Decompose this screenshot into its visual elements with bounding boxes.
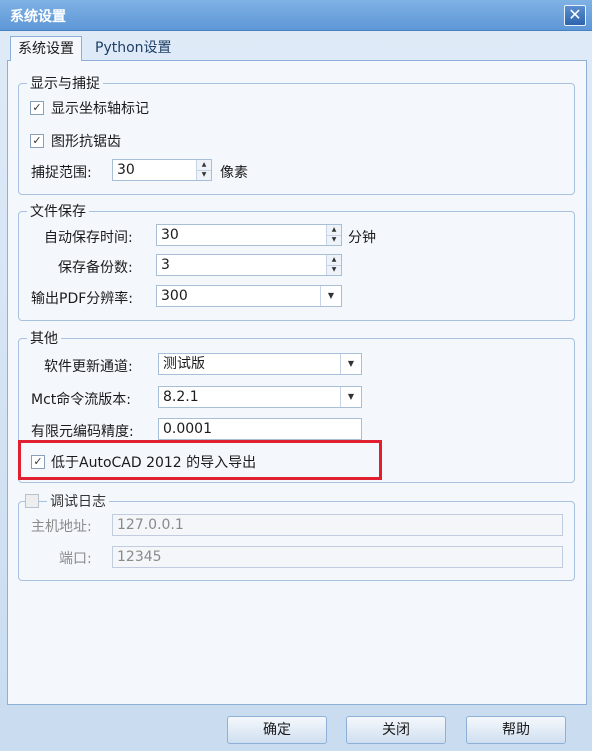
channel-value: 测试版 [163, 356, 205, 372]
help-button[interactable]: 帮助 [466, 716, 566, 744]
chevron-down-icon[interactable]: ▼ [320, 286, 341, 306]
fem-label: 有限元编码精度: [31, 424, 134, 440]
autosave-spinner[interactable]: ▲ ▼ [326, 225, 341, 245]
tab-panel: 显示与捕捉 ✓ 显示坐标轴标记 ✓ 图形抗锯齿 捕捉范围: 30 ▲ ▼ 像素 … [7, 60, 587, 705]
spin-down-icon[interactable]: ▼ [197, 170, 211, 180]
tab-python-settings[interactable]: Python设置 [88, 36, 179, 60]
chevron-down-icon[interactable]: ▼ [340, 387, 361, 407]
group-file-save-title: 文件保存 [27, 201, 89, 221]
close-icon[interactable]: ✕ [564, 5, 586, 26]
autosave-label: 自动保存时间: [44, 230, 133, 246]
mct-value: 8.2.1 [163, 389, 199, 405]
chevron-down-icon[interactable]: ▼ [340, 354, 361, 374]
autosave-value: 30 [161, 227, 179, 243]
tab-system-settings[interactable]: 系统设置 [10, 36, 82, 61]
group-file-save: 文件保存 自动保存时间: 30 ▲ ▼ 分钟 保存备份数: 3 ▲ ▼ 输出PD… [18, 201, 575, 321]
debug-checkbox[interactable] [25, 494, 39, 508]
ok-button[interactable]: 确定 [227, 716, 327, 744]
mct-label: Mct命令流版本: [31, 392, 131, 408]
snap-range-value: 30 [117, 162, 135, 178]
group-display-snap-title: 显示与捕捉 [27, 73, 103, 93]
backups-label: 保存备份数: [58, 260, 133, 276]
host-value: 127.0.0.1 [117, 517, 184, 533]
host-input[interactable]: 127.0.0.1 [112, 514, 563, 536]
fem-value: 0.0001 [163, 421, 212, 437]
channel-label: 软件更新通道: [44, 359, 133, 375]
group-display-snap: 显示与捕捉 ✓ 显示坐标轴标记 ✓ 图形抗锯齿 捕捉范围: 30 ▲ ▼ 像素 [18, 73, 575, 195]
snap-range-input[interactable]: 30 ▲ ▼ [112, 159, 212, 181]
port-input[interactable]: 12345 [112, 546, 563, 568]
host-label: 主机地址: [31, 519, 92, 535]
backups-spinner[interactable]: ▲ ▼ [326, 255, 341, 275]
pdf-res-label: 输出PDF分辨率: [31, 291, 133, 307]
port-label: 端口: [59, 551, 92, 567]
spin-down-icon[interactable]: ▼ [327, 235, 341, 245]
spin-down-icon[interactable]: ▼ [327, 265, 341, 275]
autosave-unit: 分钟 [348, 230, 376, 246]
highlight-box [18, 440, 382, 480]
fem-input[interactable]: 0.0001 [158, 418, 362, 440]
antialias-label: 图形抗锯齿 [51, 134, 121, 150]
snap-range-spinner[interactable]: ▲ ▼ [196, 160, 211, 180]
backups-value: 3 [161, 257, 170, 273]
snap-range-label: 捕捉范围: [31, 165, 92, 181]
backups-input[interactable]: 3 ▲ ▼ [156, 254, 342, 276]
group-other-title: 其他 [27, 328, 61, 348]
port-value: 12345 [117, 549, 162, 565]
window-title: 系统设置 [10, 9, 66, 25]
show-axis-label: 显示坐标轴标记 [51, 101, 149, 117]
autosave-input[interactable]: 30 ▲ ▼ [156, 224, 342, 246]
group-debug-title: 调试日志 [47, 491, 109, 511]
pdf-res-value: 300 [161, 288, 188, 304]
mct-select[interactable]: 8.2.1 ▼ [158, 386, 362, 408]
snap-range-unit: 像素 [220, 165, 248, 181]
antialias-checkbox[interactable]: ✓ [30, 134, 44, 148]
channel-select[interactable]: 测试版 ▼ [158, 353, 362, 375]
title-bar: 系统设置 ✕ [0, 0, 592, 31]
group-debug: 调试日志 主机地址: 127.0.0.1 端口: 12345 [18, 491, 575, 581]
close-button[interactable]: 关闭 [346, 716, 446, 744]
pdf-res-select[interactable]: 300 ▼ [156, 285, 342, 307]
show-axis-checkbox[interactable]: ✓ [30, 101, 44, 115]
